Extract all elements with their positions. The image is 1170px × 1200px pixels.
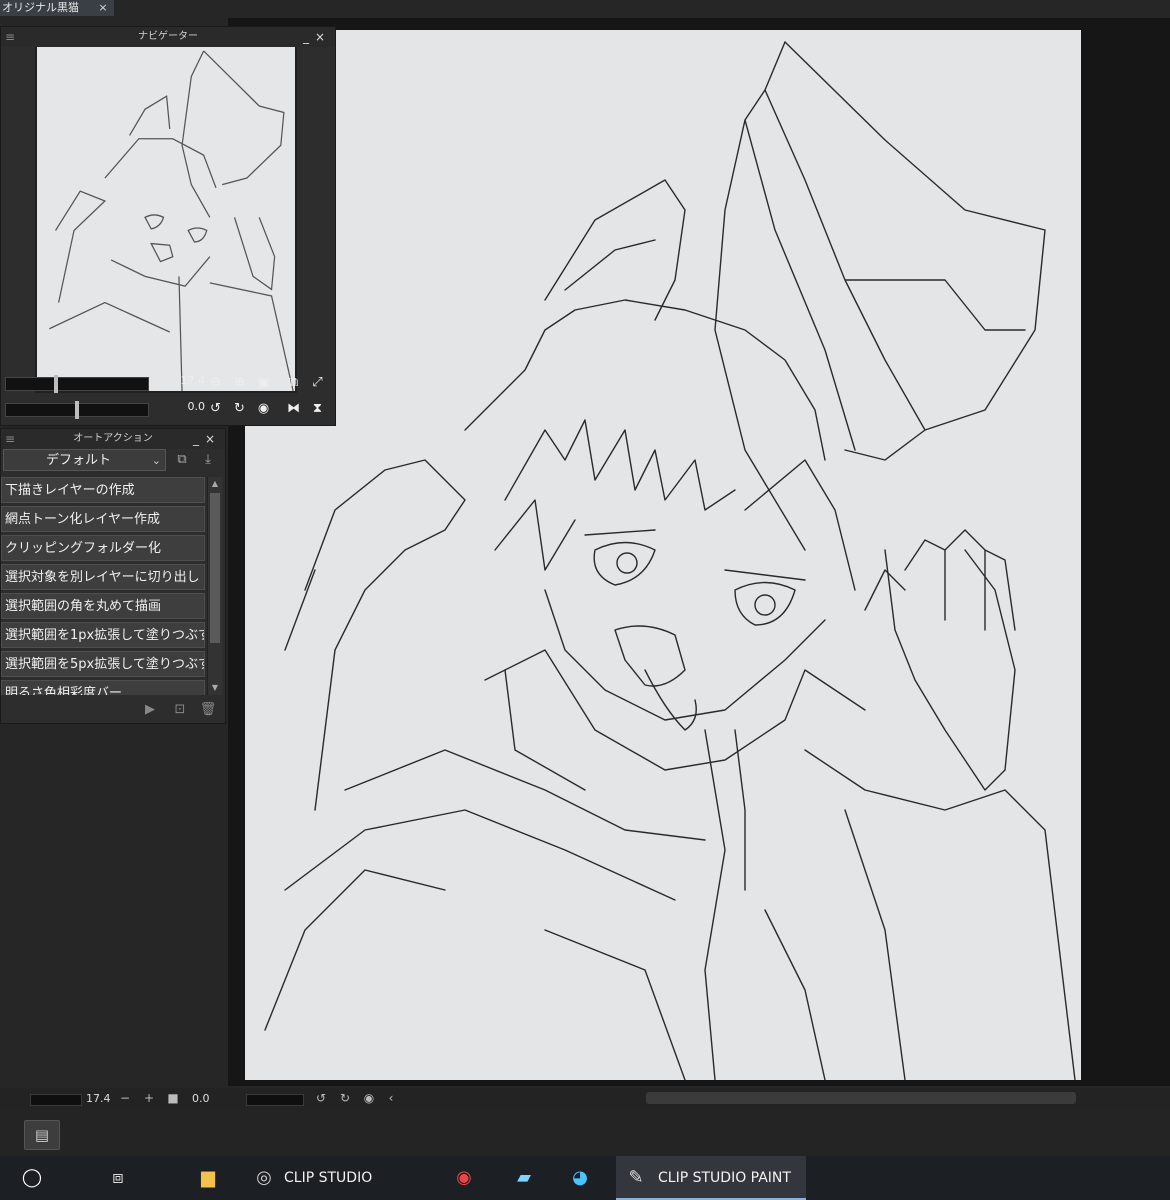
start-icon: ◯ [21,1167,43,1188]
close-icon[interactable]: × [315,30,331,44]
status-rotation-value[interactable]: 0.0 [192,1092,210,1105]
zoom-in-icon[interactable]: + [142,1091,156,1105]
rotate-left-icon[interactable]: ↺ [207,400,224,417]
reset-rotation-icon[interactable]: ◉ [362,1091,376,1105]
status-zoom-value[interactable]: 17.4 [86,1092,111,1105]
auto-action-item[interactable]: 明るさ色相彩度バー [1,680,205,695]
fit-icon[interactable]: ■ [166,1091,180,1105]
navigator-rotate-row: 0.0 ↺ ↻ ◉ ⧓ ⧗ [1,397,335,419]
start-button[interactable]: ◯ [14,1156,50,1200]
record-icon[interactable]: ⊡ [171,701,189,719]
navigator-title: ナビゲーター [138,31,198,42]
notepad-icon: ▰ [517,1167,531,1188]
clip-studio-paint-icon: ✎ [628,1167,644,1188]
minimize-icon[interactable]: _ [193,432,205,446]
task-view-button[interactable]: ⧈ [100,1156,136,1200]
fit-icon[interactable]: ▣ [255,374,272,391]
clip-studio-icon: ◎ [256,1167,272,1188]
auto-action-scrollbar[interactable]: ▲ ▼ [207,477,222,695]
play-icon[interactable]: ▶ [141,701,159,719]
zoom-slider[interactable] [5,375,149,393]
rotate-right-icon[interactable]: ↻ [338,1091,352,1105]
duplicate-set-icon[interactable]: ⧉ [173,451,191,469]
minimize-icon[interactable]: _ [303,30,315,44]
notepad-button[interactable]: ▰ [504,1156,544,1200]
fit-window-icon[interactable]: ⤢ [309,374,326,391]
taskbar-clip-studio-label: CLIP STUDIO [284,1170,373,1186]
taskbar-clip-studio-paint-label: CLIP STUDIO PAINT [658,1170,791,1186]
taskbar: ◯ ⧈ ▆ ◎ CLIP STUDIO ◉ ▰ ◕ ✎ CLIP STUDIO … [0,1156,1170,1200]
taskbar-clip-studio-paint[interactable]: ✎ CLIP STUDIO PAINT [616,1156,806,1200]
zoom-out-icon[interactable]: ⊖ [207,374,224,391]
canvas-status-bar: 17.4 − + ■ 0.0 ↺ ↻ ◉ ‹ [0,1088,1170,1110]
navigator-panel: ≡ ナビゲーター _× 17.4 ⊖ ⊕ ▣ ⧉ ⤢ 0.0 ↺ ↻ ◉ ⧓ ⧗ [0,26,336,426]
drawing-canvas[interactable] [245,30,1081,1080]
file-explorer-button[interactable]: ▆ [190,1156,226,1200]
taskbar-clip-studio[interactable]: ◎ CLIP STUDIO [244,1156,374,1200]
chevron-down-icon: ⌄ [151,454,161,467]
scroll-up-icon[interactable]: ▲ [208,477,222,491]
collapse-icon[interactable]: ‹ [384,1091,398,1105]
navigator-preview[interactable] [35,47,297,393]
auto-action-item[interactable]: クリッピングフォルダー化 [1,535,205,561]
panel-menu-icon[interactable]: ≡ [5,429,15,449]
close-icon[interactable]: × [205,432,221,446]
auto-action-set-select[interactable]: デフォルト ⌄ [3,449,166,471]
zoom-actual-icon[interactable]: ⧉ [285,374,302,391]
zoom-out-icon[interactable]: − [118,1091,132,1105]
auto-action-title: オートアクション [73,433,153,444]
rotation-value[interactable]: 0.0 [151,400,206,413]
flip-vertical-icon[interactable]: ⧗ [309,400,326,417]
document-tab-title: オリジナル黒猫 [2,1,79,14]
auto-action-list: 下描きレイヤーの作成 網点トーン化レイヤー作成 クリッピングフォルダー化 選択対象を別… [1,477,205,695]
auto-action-footer: ▶ ⊡ 🗑 [1,699,225,721]
auto-action-item[interactable]: 下描きレイヤーの作成 [1,477,205,503]
import-icon[interactable]: ⤓ [199,451,217,469]
document-tab[interactable]: オリジナル黒猫 × [0,0,114,16]
horizontal-scrollbar[interactable] [646,1092,1076,1104]
auto-action-set-value: デフォルト [46,453,112,468]
auto-action-item[interactable]: 網点トーン化レイヤー作成 [1,506,205,532]
scrollbar-thumb[interactable] [210,493,220,643]
layer-panel-icon[interactable]: ▤ [24,1120,60,1150]
scroll-down-icon[interactable]: ▼ [208,681,222,695]
flip-horizontal-icon[interactable]: ⧓ [285,400,302,417]
auto-action-item[interactable]: 選択範囲を1px拡張して塗りつぶす [1,622,205,648]
zoom-track[interactable] [30,1094,82,1106]
task-view-icon: ⧈ [112,1167,124,1188]
zoom-value[interactable]: 17.4 [151,374,206,387]
zoom-slider-knob[interactable] [54,375,58,393]
navigator-title-bar[interactable]: ≡ ナビゲーター _× [1,27,335,47]
auto-action-title-bar[interactable]: ≡ オートアクション _× [1,429,225,449]
navigator-thumbnail[interactable] [37,47,295,392]
auto-action-item[interactable]: 選択範囲の角を丸めて描画 [1,593,205,619]
chrome-icon: ◉ [456,1167,472,1188]
auto-action-item[interactable]: 選択対象を別レイヤーに切り出し [1,564,205,590]
rotate-right-icon[interactable]: ↻ [231,400,248,417]
zoom-in-icon[interactable]: ⊕ [231,374,248,391]
edge-icon: ◕ [572,1167,588,1188]
bottom-strip: ▤ [0,1110,1170,1156]
thumbnail-drawing [49,50,294,392]
panel-menu-icon[interactable]: ≡ [5,27,15,47]
rotation-track[interactable] [246,1094,304,1106]
rotate-slider[interactable] [5,401,149,419]
line-art-drawing [264,41,1076,1080]
edge-button[interactable]: ◕ [560,1156,600,1200]
rotate-left-icon[interactable]: ↺ [314,1091,328,1105]
auto-action-item[interactable]: 選択範囲を5px拡張して塗りつぶす [1,651,205,677]
auto-action-panel: ≡ オートアクション _× デフォルト ⌄ ⧉ ⤓ 下描きレイヤーの作成 網点トー… [0,428,226,724]
file-explorer-icon: ▆ [201,1167,215,1188]
trash-icon[interactable]: 🗑 [199,701,217,719]
rotate-slider-knob[interactable] [75,401,79,419]
reset-rotation-icon[interactable]: ◉ [255,400,272,417]
navigator-zoom-row: 17.4 ⊖ ⊕ ▣ ⧉ ⤢ [1,371,335,393]
chrome-button[interactable]: ◉ [444,1156,484,1200]
document-tab-close-icon[interactable]: × [96,0,110,16]
